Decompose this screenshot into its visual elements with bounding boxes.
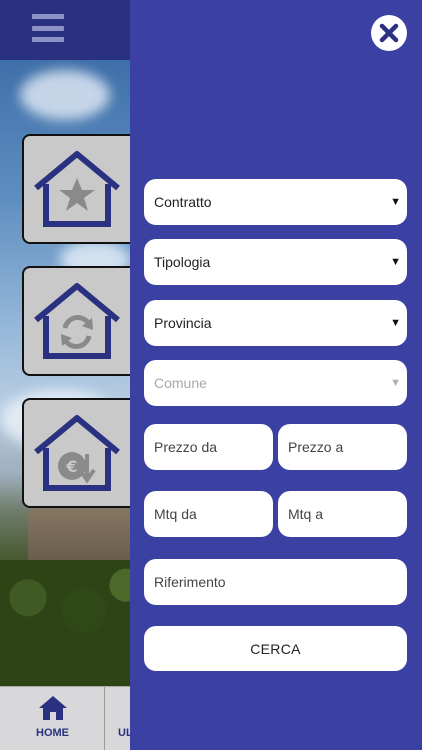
house-euro-icon: € <box>34 415 120 491</box>
nav-home[interactable]: HOME <box>0 687 105 750</box>
svg-text:€: € <box>65 457 77 476</box>
comune-select-value: Comune <box>154 375 207 391</box>
contratto-select[interactable]: Contratto ▼ <box>144 179 407 225</box>
mtq-da-field[interactable] <box>144 491 273 537</box>
mtq-da-input[interactable] <box>154 506 273 522</box>
search-button[interactable]: CERCA <box>144 626 407 671</box>
close-icon <box>379 23 399 43</box>
tipologia-select[interactable]: Tipologia ▼ <box>144 239 407 285</box>
card-price-properties[interactable]: € <box>22 398 142 508</box>
riferimento-field[interactable] <box>144 559 407 605</box>
prezzo-da-input[interactable] <box>154 439 273 455</box>
house-star-icon <box>34 151 120 227</box>
mtq-a-field[interactable] <box>278 491 407 537</box>
comune-select[interactable]: Comune ▼ <box>144 360 407 406</box>
prezzo-a-field[interactable] <box>278 424 407 470</box>
prezzo-da-field[interactable] <box>144 424 273 470</box>
card-recent-properties[interactable] <box>22 266 142 376</box>
hamburger-icon[interactable] <box>32 14 64 42</box>
home-icon <box>39 696 67 720</box>
chevron-down-icon: ▼ <box>390 256 401 268</box>
close-button[interactable] <box>371 15 407 51</box>
tipologia-select-value: Tipologia <box>154 254 211 270</box>
prezzo-a-input[interactable] <box>288 439 407 455</box>
riferimento-input[interactable] <box>154 574 407 590</box>
provincia-select-value: Provincia <box>154 315 212 331</box>
nav-home-label: HOME <box>36 727 69 739</box>
card-featured-properties[interactable] <box>22 134 142 244</box>
provincia-select[interactable]: Provincia ▼ <box>144 300 407 346</box>
contratto-select-value: Contratto <box>154 194 212 210</box>
search-drawer: Contratto ▼ Tipologia ▼ Provincia ▼ Comu… <box>130 0 422 750</box>
chevron-down-icon: ▼ <box>390 317 401 329</box>
mtq-a-input[interactable] <box>288 506 407 522</box>
house-refresh-icon <box>34 283 120 359</box>
chevron-down-icon: ▼ <box>390 377 401 389</box>
chevron-down-icon: ▼ <box>390 196 401 208</box>
